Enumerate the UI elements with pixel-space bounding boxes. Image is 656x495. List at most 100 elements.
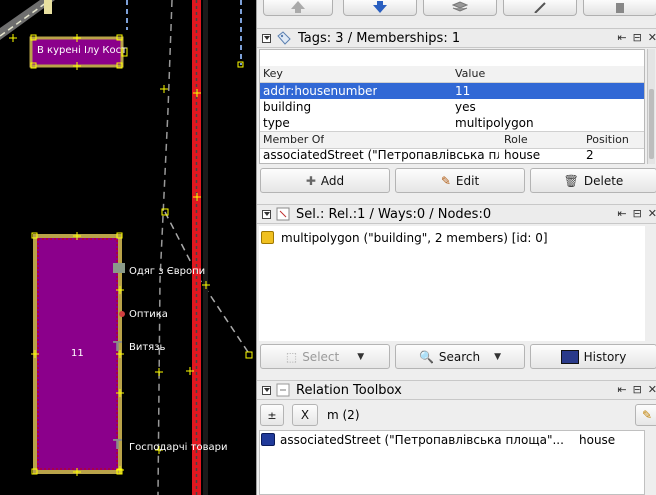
shop-household-label: Господарчі товари — [129, 442, 228, 453]
multipolygon-icon — [261, 231, 274, 244]
selection-list[interactable]: multipolygon ("building", 2 members) [id… — [259, 226, 645, 341]
relation-list[interactable]: associatedStreet ("Петропавлівська площа… — [259, 430, 645, 495]
relation-toolbox-title: Relation Toolbox — [296, 382, 402, 398]
optics-icon[interactable] — [119, 311, 125, 317]
collapse-toggle-icon[interactable] — [262, 209, 271, 219]
selection-list-item[interactable]: multipolygon ("building", 2 members) [id… — [259, 230, 645, 246]
history-label: History — [583, 349, 627, 364]
dropdown-arrow-icon[interactable]: ▼ — [494, 352, 501, 362]
close-icon[interactable]: ✕ — [648, 208, 656, 220]
edit-icon: ✎ — [440, 173, 451, 188]
select-icon: ⬚ — [285, 349, 298, 364]
delete-tag-button[interactable]: 🗑 Delete — [530, 168, 656, 193]
shop-optics-label: Оптика — [129, 309, 168, 320]
add-label: Add — [320, 173, 345, 188]
clear-button[interactable]: X — [292, 404, 318, 426]
tag-value: yes — [455, 100, 476, 114]
relation-type-icon — [261, 433, 275, 446]
magic-wand-icon — [534, 1, 546, 13]
relation-icon — [276, 383, 290, 397]
shop-vytiaz-label: Витязь — [129, 342, 166, 353]
side-panels: Tags: 3 / Memberships: 1 ⇤ ⊟ ✕ Key Value… — [256, 0, 656, 495]
add-remove-button[interactable]: ± — [260, 404, 284, 426]
select-label: Select — [302, 349, 340, 364]
tags-table-header: Key Value — [260, 66, 644, 83]
history-icon — [560, 349, 579, 364]
tag-row[interactable]: building yes — [260, 99, 644, 115]
selection-icon — [276, 207, 290, 221]
edit-tag-button[interactable]: ✎ Edit — [395, 168, 525, 193]
relation-list-item[interactable]: associatedStreet ("Петропавлівська площа… — [260, 432, 644, 448]
scroll-thumb[interactable] — [649, 89, 654, 159]
membership-position: 2 — [586, 148, 594, 162]
edit-label: Edit — [455, 173, 480, 188]
arrow-up-icon — [291, 0, 305, 13]
trash-toolbar-button[interactable] — [583, 0, 656, 16]
pencil-icon: ✎ — [641, 408, 653, 422]
map-view[interactable]: T T В курені Ілy Кост 11 Одяг з Європи О… — [0, 0, 256, 495]
tag-value: 11 — [455, 84, 471, 98]
plus-icon: ✚ — [305, 173, 316, 188]
layers-icon — [452, 0, 468, 12]
tag-icon — [277, 31, 291, 45]
vytiaz-shop-icon[interactable]: T — [113, 340, 122, 355]
role-label: m (2) — [327, 408, 360, 422]
value-column-header[interactable]: Value — [455, 66, 485, 82]
edit-relation-button[interactable]: ✎ — [635, 404, 656, 426]
position-column-header[interactable]: Position — [586, 132, 629, 148]
move-up-button[interactable] — [263, 0, 333, 16]
tag-key: building — [263, 100, 312, 114]
shop-clothes-label: Одяг з Європи — [129, 266, 206, 277]
collapse-toggle-icon[interactable] — [262, 33, 271, 43]
selection-item-label: multipolygon ("building", 2 members) [id… — [281, 231, 548, 245]
search-icon: 🔍 — [418, 349, 434, 364]
key-column-header[interactable]: Key — [263, 66, 283, 82]
close-icon[interactable]: ✕ — [648, 384, 656, 396]
search-label: Search — [438, 349, 481, 364]
dock-icon[interactable]: ⊟ — [633, 208, 642, 220]
arrow-down-icon — [373, 0, 387, 13]
road-edge — [203, 0, 208, 495]
collapse-toggle-icon[interactable] — [262, 385, 271, 395]
selection-panel-title: Sel.: Rel.:1 / Ways:0 / Nodes:0 — [296, 206, 492, 222]
pin-icon[interactable]: ⇤ — [617, 32, 626, 44]
tag-value: multipolygon — [455, 116, 534, 130]
delete-label: Delete — [583, 173, 624, 188]
plus-minus-icon: ± — [267, 408, 277, 422]
map-object-yellow[interactable] — [44, 0, 52, 14]
clear-label: X — [300, 408, 310, 422]
role-column-header[interactable]: Role — [504, 132, 528, 148]
tag-row[interactable]: addr:housenumber 11 — [260, 83, 644, 99]
close-icon[interactable]: ✕ — [648, 32, 656, 44]
selection-panel-header[interactable]: Sel.: Rel.:1 / Ways:0 / Nodes:0 ⇤ ⊟ ✕ — [257, 204, 656, 224]
footway-gray[interactable] — [157, 0, 173, 495]
trash-icon: 🗑 — [563, 173, 579, 188]
tag-key: addr:housenumber — [263, 84, 378, 98]
tags-panel-header[interactable]: Tags: 3 / Memberships: 1 ⇤ ⊟ ✕ — [257, 28, 656, 48]
add-tag-button[interactable]: ✚ Add — [260, 168, 390, 193]
select-button[interactable]: ⬚ Select ▼ — [260, 344, 390, 369]
tag-row[interactable]: type multipolygon — [260, 115, 644, 131]
dock-icon[interactable]: ⊟ — [633, 32, 642, 44]
tags-scrollbar[interactable] — [647, 49, 655, 164]
move-down-button[interactable] — [343, 0, 417, 16]
tag-key: type — [263, 116, 290, 130]
member-of-column-header[interactable]: Member Of — [263, 132, 324, 148]
dock-icon[interactable]: ⊟ — [633, 384, 642, 396]
search-button[interactable]: 🔍 Search ▼ — [395, 344, 525, 369]
pin-icon[interactable]: ⇤ — [617, 384, 626, 396]
wand-button[interactable] — [503, 0, 577, 16]
membership-role: house — [504, 148, 541, 162]
clothes-shop-icon[interactable] — [113, 263, 125, 273]
relation-toolbox-header[interactable]: Relation Toolbox ⇤ ⊟ ✕ — [257, 380, 656, 400]
tags-table[interactable]: Key Value addr:housenumber 11 building y… — [259, 49, 645, 164]
building-top-label: В курені Ілy Кост — [37, 45, 127, 56]
household-shop-icon[interactable]: T — [113, 438, 122, 453]
dropdown-arrow-icon[interactable]: ▼ — [357, 352, 364, 362]
layer-stack-button[interactable] — [423, 0, 497, 16]
pin-icon[interactable]: ⇤ — [617, 208, 626, 220]
history-button[interactable]: History — [530, 344, 656, 369]
map-canvas[interactable]: T T — [0, 0, 256, 495]
relation-toolbar: ± X m (2) ✎ — [257, 401, 656, 429]
membership-row[interactable]: associatedStreet ("Петропавлівська пло..… — [260, 147, 644, 163]
